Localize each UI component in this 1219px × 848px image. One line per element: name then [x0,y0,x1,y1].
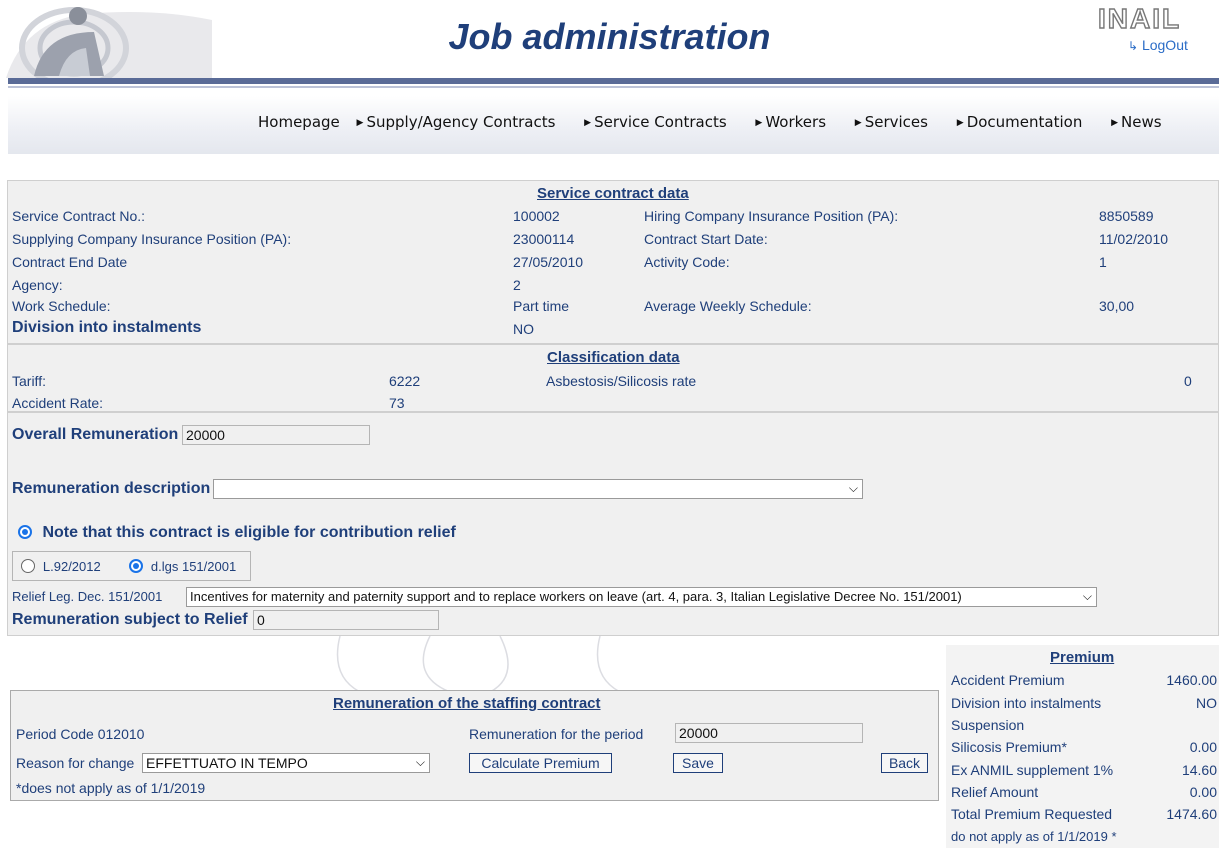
supplying-pa-value: 23000114 [513,231,575,247]
premium-row-label: Division into instalments [951,695,1102,711]
work-schedule-value: Part time [513,298,570,314]
header-divider-thin [8,86,1219,88]
relief-leg-label: Relief Leg. Dec. 151/2001 [12,589,163,604]
instalments-label: Division into instalments [12,319,202,336]
start-date-label: Contract Start Date: [644,231,768,247]
activity-code-value: 1 [1099,254,1107,270]
relief-eligible-radio[interactable] [18,525,32,539]
back-button[interactable]: Back [881,753,928,773]
accident-rate-value: 73 [389,395,405,411]
asbestosis-value: 0 [1184,373,1192,389]
reason-label: Reason for change [16,755,135,771]
supplying-pa-label: Supplying Company Insurance Position (PA… [12,231,292,247]
nav-supply-agency-contracts[interactable]: ▶ Supply/Agency Contracts [357,113,568,131]
classification-panel: Classification data Tariff: 6222 Asbesto… [7,344,1219,412]
classification-title: Classification data [547,349,680,366]
avg-weekly-value: 30,00 [1099,298,1135,314]
premium-row-label: Accident Premium [951,672,1065,688]
tariff-label: Tariff: [12,373,46,389]
end-date-value: 27/05/2010 [513,254,584,270]
logout-arrow-icon: ↳ [1128,39,1139,53]
remuneration-description-label: Remuneration description [12,480,211,497]
nav-documentation[interactable]: ▶ Documentation [957,113,1095,131]
premium-row-value: NO [1196,695,1217,711]
nav-arrow-icon: ▶ [956,118,964,128]
premium-row-value: 0.00 [1189,739,1217,755]
hiring-pa-value: 8850589 [1099,208,1154,224]
activity-code-label: Activity Code: [644,254,730,270]
overall-remuneration-input[interactable]: 20000 [182,425,370,445]
page-header: Job administration INAIL ↳ LogOut Homepa… [0,0,1219,160]
overall-remuneration-label: Overall Remuneration [12,426,179,443]
work-schedule-label: Work Schedule: [12,298,111,314]
premium-row-label: Suspension [951,717,1025,733]
hiring-pa-label: Hiring Company Insurance Position (PA): [644,208,899,224]
premium-row-value: 1474.60 [1166,806,1217,822]
asbestosis-label: Asbestosis/Silicosis rate [546,373,697,389]
premium-row-value: 14.60 [1181,762,1217,778]
option-dlgs-151-2001[interactable]: d.lgs 151/2001 [129,558,236,574]
start-date-value: 11/02/2010 [1099,231,1169,247]
contract-no-label: Service Contract No.: [12,208,146,224]
dlgs-151-2001-radio[interactable] [129,559,143,573]
instalments-value: NO [513,321,534,337]
premium-row-value: 0.00 [1189,784,1217,800]
premium-footnote: do not apply as of 1/1/2019 * [951,829,1117,844]
nav-arrow-icon: ▶ [854,118,862,128]
chevron-down-icon: ⌵ [1082,589,1092,603]
tariff-value: 6222 [389,373,421,389]
reason-select[interactable]: EFFETTUATO IN TEMPO ⌵ [142,753,430,773]
nav-services[interactable]: ▶ Services [855,113,940,131]
staffing-contract-panel: Remuneration of the staffing contract Pe… [10,690,939,801]
premium-row-value: 1460.00 [1166,672,1217,688]
main-nav: Homepage ▶ Supply/Agency Contracts ▶ Servi… [258,113,1186,131]
relief-eligible-option[interactable]: Note that this contract is eligible for … [18,524,456,542]
subject-to-relief-label: Remuneration subject to Relief [12,611,248,628]
period-code: Period Code 012010 [16,726,145,742]
end-date-label: Contract End Date [12,254,128,270]
accident-rate-label: Accident Rate: [12,395,104,411]
background-watermark [336,636,621,692]
period-remuneration-input[interactable]: 20000 [675,723,863,743]
remuneration-description-select[interactable]: ⌵ [213,479,863,499]
service-contract-title: Service contract data [537,185,689,202]
chevron-down-icon: ⌵ [848,481,858,495]
agency-label: Agency: [12,277,63,293]
header-divider [8,78,1219,84]
agency-value: 2 [513,277,521,293]
nav-homepage[interactable]: Homepage [258,113,340,131]
nav-arrow-icon: ▶ [755,118,763,128]
premium-row-label: Total Premium Requested [951,806,1113,822]
calculate-premium-button[interactable]: Calculate Premium [469,753,612,773]
nav-news[interactable]: ▶ News [1111,113,1173,131]
page-title: Job administration [448,16,771,57]
l92-2012-radio[interactable] [21,559,35,573]
nav-service-contracts[interactable]: ▶ Service Contracts [584,113,738,131]
option-l92-2012[interactable]: L.92/2012 [21,558,101,574]
save-button[interactable]: Save [673,753,723,773]
nav-arrow-icon: ▶ [356,118,364,128]
footnote: *does not apply as of 1/1/2019 [16,780,206,796]
premium-row-label: Ex ANMIL supplement 1% [951,762,1114,778]
nav-arrow-icon: ▶ [584,118,592,128]
period-remuneration-label: Remuneration for the period [469,726,644,742]
avg-weekly-label: Average Weekly Schedule: [644,298,812,314]
nav-workers[interactable]: ▶ Workers [755,113,838,131]
staffing-contract-title: Remuneration of the staffing contract [333,695,601,712]
premium-row-label: Silicosis Premium* [951,739,1067,755]
subject-to-relief-input[interactable]: 0 [253,610,439,630]
service-contract-panel: Service contract data Service Contract N… [7,180,1219,344]
chevron-down-icon: ⌵ [415,755,425,769]
premium-panel: Premium Accident Premium 1460.00 Divisio… [946,645,1219,848]
relief-leg-select[interactable]: Incentives for maternity and paternity s… [186,587,1097,607]
logout-link[interactable]: ↳ LogOut [1128,37,1188,53]
remuneration-panel: Overall Remuneration 20000 Remuneration … [7,412,1219,636]
premium-title: Premium [1050,649,1115,666]
contract-no-value: 100002 [513,208,560,224]
relief-law-group: L.92/2012 d.lgs 151/2001 [12,551,251,581]
premium-row-label: Relief Amount [951,784,1039,800]
nav-arrow-icon: ▶ [1111,118,1119,128]
